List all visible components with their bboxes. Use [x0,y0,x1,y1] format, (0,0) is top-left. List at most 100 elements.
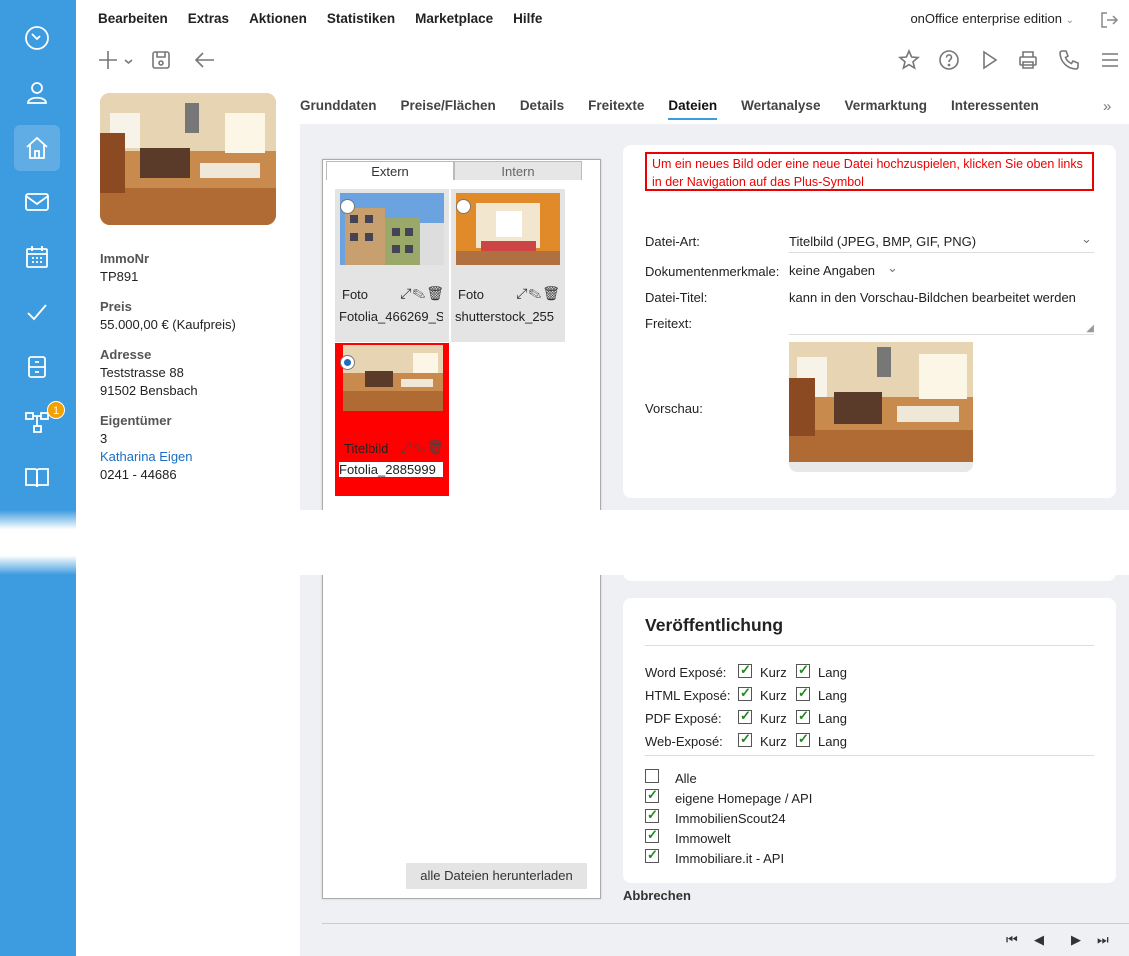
trash-icon[interactable]: 🗑 [542,285,561,301]
phone-icon[interactable] [1057,48,1081,72]
play-icon[interactable] [977,48,1001,72]
next-page-icon[interactable]: ▶ [1071,932,1081,948]
freitext-textarea[interactable]: ◢ [789,311,1094,335]
file-name[interactable]: Fotolia_466269_S [339,309,443,324]
hamburger-menu-icon[interactable] [1098,48,1122,72]
expose-row-label: Word Exposé: [645,665,727,680]
cancel-button[interactable]: Abbrechen [623,888,691,903]
menu-hilfe[interactable]: Hilfe [513,11,542,26]
edit-icon[interactable]: ✎ [412,439,426,455]
home-icon[interactable] [14,125,60,171]
tab-wertanalyse[interactable]: Wertanalyse [741,98,820,120]
menu-bearbeiten[interactable]: Bearbeiten [98,11,168,26]
star-icon[interactable] [897,48,921,72]
datei-art-select[interactable]: Titelbild (JPEG, BMP, GIF, PNG) [789,234,976,249]
tab-interessenten[interactable]: Interessenten [951,98,1039,120]
expose-lang-checkbox[interactable] [796,708,810,724]
prev-page-icon[interactable]: ◀ [1034,932,1044,948]
expose-row-label: PDF Exposé: [645,711,722,726]
property-summary: ImmoNr TP891 Preis 55.000,00 € (Kaufprei… [100,250,280,484]
portal-homepage-checkbox[interactable] [645,787,659,803]
portal-all-checkbox[interactable] [645,769,659,783]
mail-icon[interactable] [14,179,60,225]
menu-marketplace[interactable]: Marketplace [415,11,493,26]
last-page-icon[interactable]: ⏭ [1097,932,1109,948]
save-icon[interactable] [149,48,173,72]
contact-icon[interactable] [14,70,60,116]
expand-icon[interactable]: ⤢ [516,285,528,301]
portal-immobiliare-checkbox[interactable] [645,847,659,863]
title-image-radio-checked[interactable] [340,355,355,370]
expose-lang-checkbox[interactable] [796,731,810,747]
download-all-button[interactable]: alle Dateien herunterladen [406,863,587,889]
expose-kurz-checkbox[interactable] [738,731,752,747]
file-name[interactable]: Fotolia_2885999 [339,462,443,477]
adresse-street: Teststrasse 88 [100,365,184,380]
file-name[interactable]: shutterstock_255 [455,309,559,324]
expose-lang-checkbox[interactable] [796,662,810,678]
expand-icon[interactable]: ⤢ [400,439,412,455]
book-icon[interactable] [14,454,60,500]
dokumentenmerkmale-select[interactable]: keine Angaben [789,263,875,278]
expose-kurz-checkbox[interactable] [738,662,752,678]
process-icon[interactable]: 1 [14,399,65,445]
archive-icon[interactable] [14,344,60,390]
eigentuemer-name-link[interactable]: Katharina Eigen [100,448,280,466]
menu-extras[interactable]: Extras [188,11,229,26]
tab-details[interactable]: Details [520,98,564,120]
tab-grunddaten[interactable]: Grunddaten [300,98,377,120]
tab-extern[interactable]: Extern [326,161,454,180]
menu-statistiken[interactable]: Statistiken [327,11,395,26]
kurz-label: Kurz [760,734,787,749]
tab-preise-flaechen[interactable]: Preise/Flächen [401,98,496,120]
datei-titel-value: kann in den Vorschau-Bildchen bearbeitet… [789,290,1076,305]
add-menu-button[interactable] [98,48,138,72]
portal-immowelt-checkbox[interactable] [645,827,659,843]
file-tile[interactable]: Foto ⤢✎🗑 Fotolia_466269_S [335,189,449,342]
file-kind: Titelbild [344,441,389,456]
immonr-label: ImmoNr [100,251,150,266]
menu-aktionen[interactable]: Aktionen [249,11,307,26]
print-icon[interactable] [1016,48,1040,72]
expose-lang-checkbox[interactable] [796,685,810,701]
expose-kurz-checkbox[interactable] [738,708,752,724]
file-preview-image [456,193,560,265]
chevron-down-icon: ⌄ [1065,15,1074,26]
help-icon[interactable] [937,48,961,72]
tab-dateien[interactable]: Dateien [668,98,718,120]
title-image-radio[interactable] [340,199,355,214]
lang-label: Lang [818,734,847,749]
tab-intern[interactable]: Intern [454,161,582,180]
trash-icon[interactable]: 🗑 [426,439,445,455]
check-icon[interactable] [14,289,60,335]
edition-dropdown[interactable]: onOffice enterprise edition ⌄ [910,11,1074,26]
file-tile[interactable]: Foto ⤢✎🗑 shutterstock_255 [451,189,565,342]
logout-icon[interactable] [1099,10,1119,30]
publication-card: Veröffentlichung Word Exposé: Kurz Lang … [623,598,1116,883]
eigentuemer-phone: 0241 - 44686 [100,467,177,482]
file-tile-selected[interactable]: Titelbild ⤢✎🗑 Fotolia_2885999 [335,343,449,496]
dashboard-icon[interactable] [14,15,60,61]
expand-icon[interactable]: ⤢ [400,285,412,301]
title-image-radio[interactable] [456,199,471,214]
edit-icon[interactable]: ✎ [412,285,426,301]
first-page-icon[interactable]: ⏮ [1006,932,1018,948]
calendar-icon[interactable] [14,234,60,280]
preis-label: Preis [100,299,132,314]
kurz-label: Kurz [760,688,787,703]
lang-label: Lang [818,711,847,726]
chevron-down-icon: ⌄ [1081,231,1092,246]
immonr-value: TP891 [100,269,139,284]
trash-icon[interactable]: 🗑 [426,285,445,301]
portal-label: Immobiliare.it - API [675,851,785,866]
preis-value: 55.000,00 € (Kaufpreis) [100,317,236,332]
main-menu: Bearbeiten Extras Aktionen Statistiken M… [98,11,542,26]
portal-immoscout-checkbox[interactable] [645,807,659,823]
edit-icon[interactable]: ✎ [528,285,542,301]
expose-kurz-checkbox[interactable] [738,685,752,701]
tab-vermarktung[interactable]: Vermarktung [844,98,927,120]
more-tabs-icon[interactable]: » [1103,98,1111,115]
expose-row-label: HTML Exposé: [645,688,731,703]
tab-freitexte[interactable]: Freitexte [588,98,644,120]
back-icon[interactable] [193,48,217,72]
